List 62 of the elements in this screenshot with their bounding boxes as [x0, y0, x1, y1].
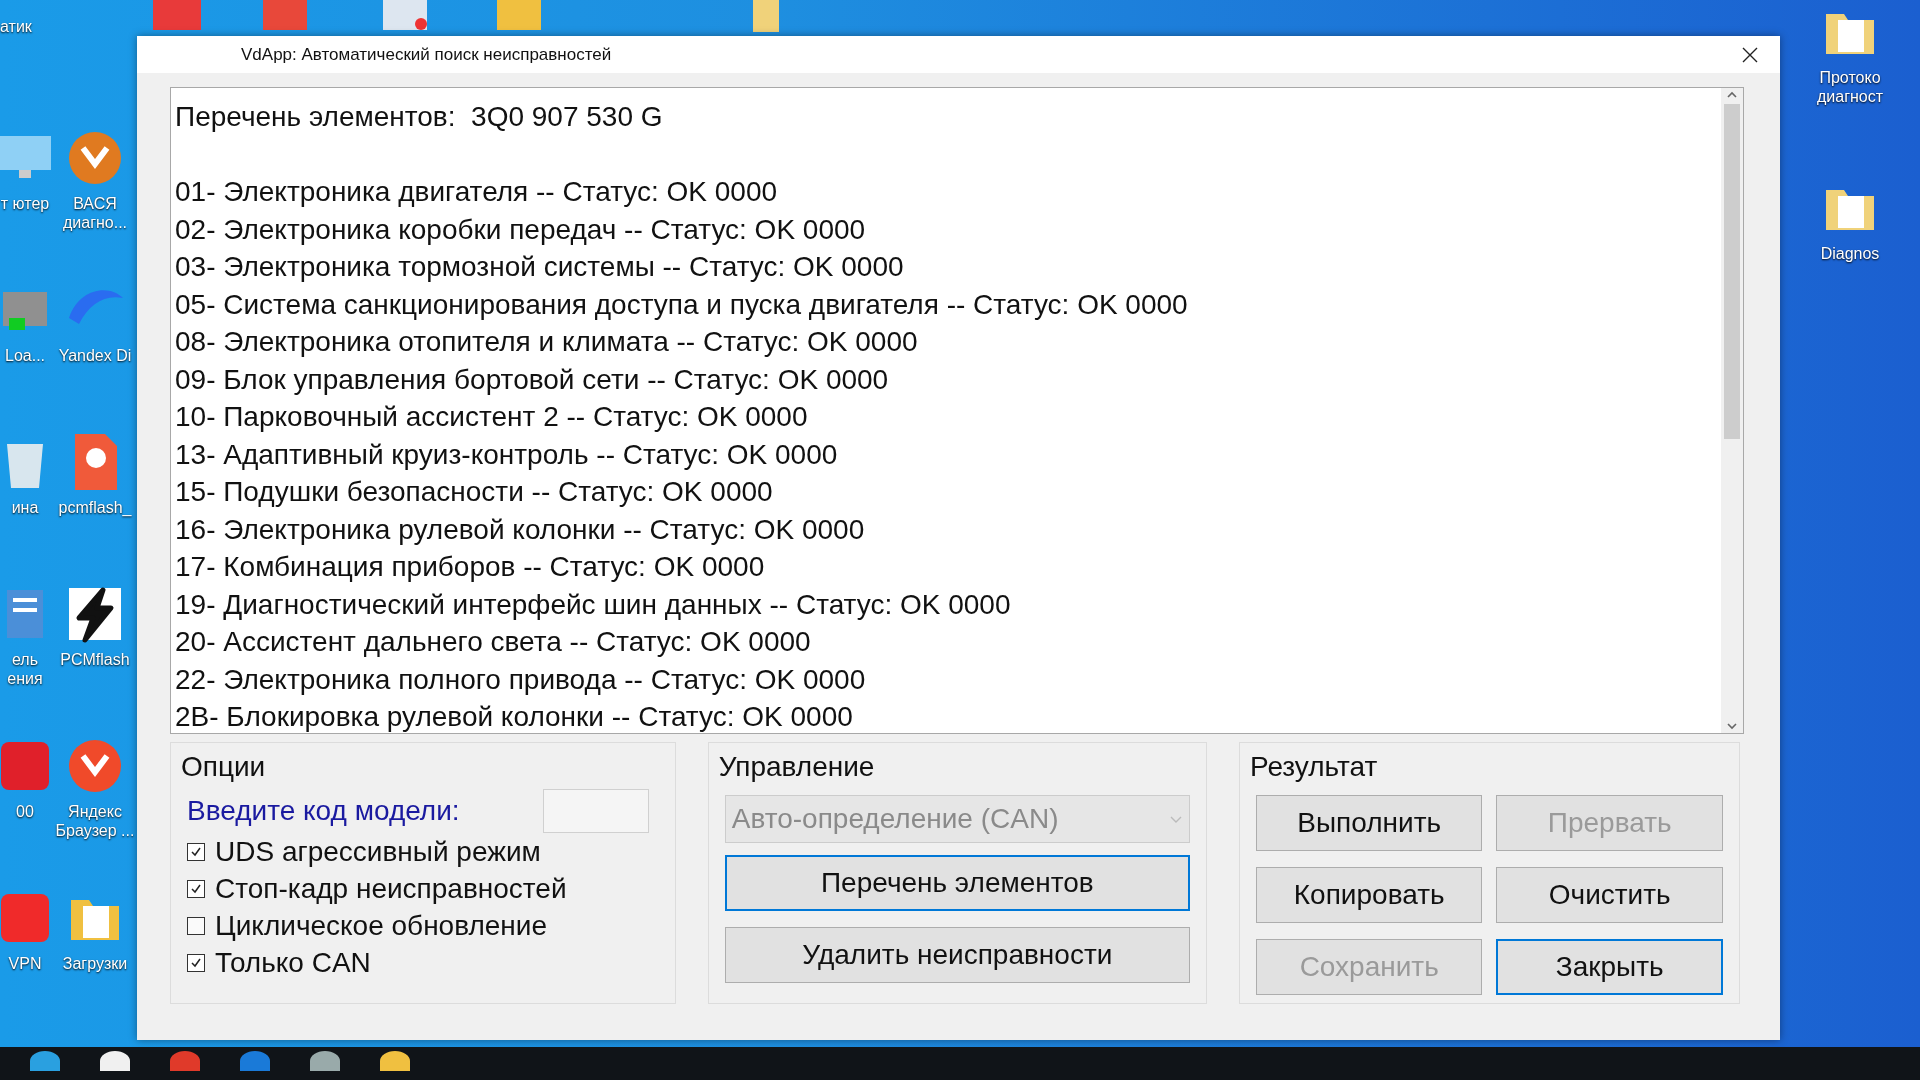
action-button[interactable]: Удалить неисправности [724, 927, 1190, 983]
store-icon[interactable] [240, 1051, 270, 1071]
model-code-field[interactable] [542, 789, 649, 833]
list-line: 02- Электроника коробки передач -- Статус: OK 0000 [175, 212, 866, 247]
list-header: Перечень элементов: 3Q0 907 530 G [175, 100, 663, 134]
list-line: 10- Парковочный ассистент 2 -- Статус: OK 0000 [175, 400, 808, 434]
desktop-icon-label[interactable]: т ютер [0, 194, 50, 213]
list-line: 09- Блок управления бортовой сети -- Статус: OK 0000 [175, 362, 889, 397]
checkbox[interactable] [187, 953, 205, 972]
list-line: 15- Подушки безопасности -- Статус: OK 0000 [175, 475, 773, 509]
list-line: 19- Диагностический интерфейс шин данных -- Статус: OK 0000 [175, 587, 1011, 622]
desktop-icon-label[interactable]: VPN [8, 954, 42, 973]
action-button[interactable]: Перечень элементов [724, 855, 1190, 911]
desktop-icon-label[interactable]: 00 [16, 802, 34, 821]
checkbox[interactable] [187, 879, 205, 898]
checkbox-label: Стоп-кадр неисправностей [215, 872, 567, 905]
desktop-icon-label[interactable]: атик [0, 18, 32, 36]
list-line: 22- Электроника полного привода -- Статус: OK 0000 [175, 662, 866, 697]
list-line: 16- Электроника рулевой колонки -- Статус: OK 0000 [175, 512, 865, 547]
checkbox-label: UDS агрессивный режим [215, 835, 541, 868]
browser-icon[interactable] [30, 1051, 60, 1071]
checkbox-label: Только CAN [215, 946, 371, 979]
desktop-icon-label[interactable]: Загрузки [62, 954, 128, 973]
list-line: 01- Электроника двигателя -- Статус: OK 0000 [175, 175, 778, 209]
desktop-icon-label[interactable]: Diagnos [1820, 244, 1880, 263]
action-button[interactable]: Копировать [1255, 867, 1483, 923]
group-title: Результат [1249, 751, 1378, 783]
desktop-icon-label[interactable]: ина [11, 498, 39, 517]
list-line: 08- Электроника отопителя и климата -- Статус: OK 0000 [175, 325, 918, 359]
desktop-icon-label[interactable]: Яндекс Браузер ... [54, 802, 136, 840]
list-line: 03- Электроника тормозной системы -- Статус: OK 0000 [175, 250, 904, 284]
desktop-icon-label[interactable]: Loa... [5, 346, 45, 365]
app-icon[interactable] [170, 1051, 200, 1071]
action-button[interactable]: Закрыть [1496, 939, 1723, 995]
action-button[interactable]: Выполнить [1255, 795, 1483, 851]
list-line: 05- Система санкционирования доступа и пуска двигателя -- Статус: OK 0000 [175, 287, 1188, 322]
window-title: VdApp: Автоматический поиск неисправностей [241, 44, 612, 65]
checkmark-icon [190, 882, 202, 895]
folder-icon[interactable] [380, 1051, 410, 1071]
list-line: 13- Адаптивный круиз-контроль -- Статус: OK 0000 [175, 437, 838, 472]
checkmark-icon [190, 956, 202, 969]
desktop-icon-label[interactable]: ель ения [0, 650, 57, 688]
browser-icon[interactable] [100, 1051, 130, 1071]
model-code-label: Введите код модели: [187, 795, 460, 827]
desktop-icon-label[interactable]: Протоко диагност [1790, 68, 1910, 106]
close-icon [1742, 46, 1758, 63]
list-line: 20- Ассистент дальнего света -- Статус: OK 0000 [175, 625, 811, 659]
desktop-icon-label[interactable]: PCMflash [60, 650, 130, 669]
dropdown-caret-icon [1168, 814, 1183, 824]
checkbox[interactable] [187, 842, 205, 861]
desktop-icon-label[interactable]: Yandex Di [58, 346, 132, 365]
group-title: Опции [181, 751, 266, 783]
desktop-icon-label[interactable]: pcmflash_ [58, 498, 132, 517]
action-button[interactable]: Очистить [1496, 867, 1723, 923]
checkbox-label: Циклическое обновление [215, 909, 547, 942]
group-title: Управление [718, 751, 875, 783]
list-line: 17- Комбинация приборов -- Статус: OK 0000 [175, 550, 765, 584]
desktop-icon-label[interactable]: ВАСЯ диагно... [54, 194, 136, 232]
app-icon[interactable] [310, 1051, 340, 1071]
checkmark-icon [190, 845, 202, 858]
checkbox[interactable] [187, 916, 205, 935]
list-line: 2B- Блокировка рулевой колонки -- Статус: OK 0000 [175, 700, 853, 734]
